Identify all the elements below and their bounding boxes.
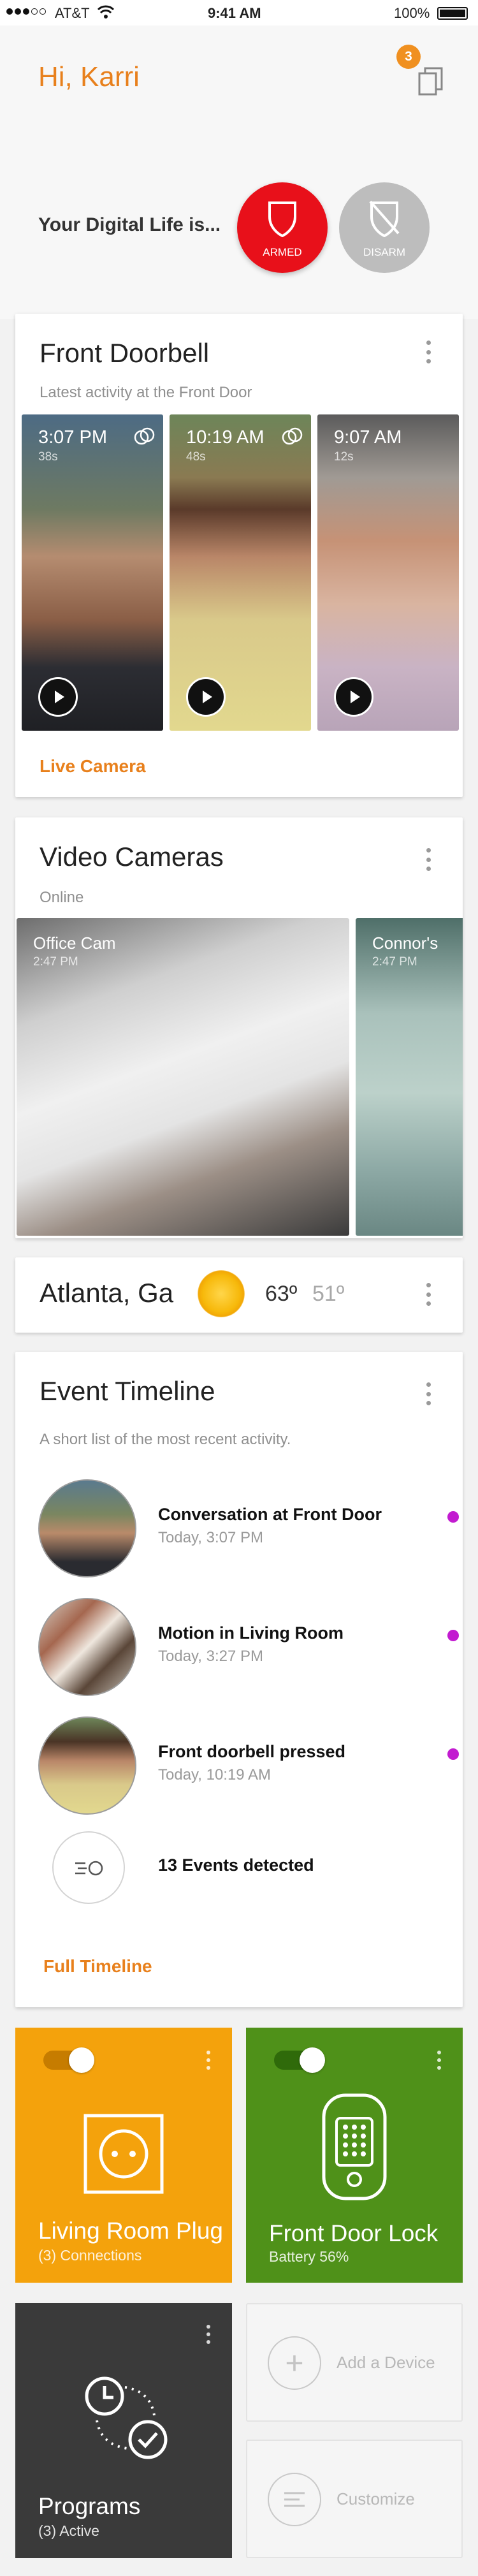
tile-subtitle: Battery 56% [269,2248,349,2265]
unread-indicator [447,1748,459,1760]
disarm-button[interactable]: DISARM [339,182,430,273]
living-room-plug-tile[interactable]: Living Room Plug (3) Connections [15,2028,232,2283]
unread-indicator [447,1630,459,1641]
schedule-icon [85,2376,168,2459]
more-options-icon[interactable] [436,2051,442,2070]
play-button[interactable] [186,677,226,717]
weather-card: Atlanta, Ga 63º 51º [15,1257,463,1333]
notification-badge: 3 [396,45,421,69]
clip-time: 3:07 PM [38,427,107,448]
clip-duration: 48s [186,450,206,464]
greeting: Hi, Karri [38,61,140,92]
temperature-high: 63º [265,1282,298,1306]
customize-icon [268,2473,321,2526]
unread-indicator [447,1511,459,1523]
live-camera-link[interactable]: Live Camera [40,756,146,777]
disarm-label: DISARM [363,246,406,258]
battery-icon [437,7,468,20]
play-button[interactable] [38,677,78,717]
clock: 9:41 AM [208,5,261,21]
card-title: Event Timeline [40,1376,215,1406]
lock-toggle[interactable] [274,2047,325,2073]
camera-name: Office Cam [33,933,116,953]
event-time: Today, 3:27 PM [158,1648,263,1665]
devices-icon [418,67,443,96]
battery-label: 100% [394,5,430,21]
carrier-label: AT&T [55,5,90,21]
chat-bubble-icon [134,427,155,445]
event-title: Conversation at Front Door [158,1505,382,1524]
programs-tile[interactable]: Programs (3) Active [15,2303,232,2558]
more-options-icon[interactable] [425,1382,431,1405]
doorbell-clip[interactable]: 3:07 PM 38s [22,414,163,731]
event-avatar [38,1716,136,1815]
camera-feed[interactable]: Office Cam 2:47 PM [17,918,349,1236]
card-subtitle: Latest activity at the Front Door [40,384,252,401]
more-options-icon[interactable] [425,1283,431,1306]
video-cameras-card: Video Cameras Online Office Cam 2:47 PM … [15,817,463,1238]
event-avatar [38,1479,136,1577]
timeline-event[interactable]: Motion in Living Room Today, 3:27 PM [38,1598,459,1700]
doorbell-clip[interactable]: 9:07 AM 12s [317,414,459,731]
security-status-label: Your Digital Life is... [38,214,221,235]
sun-icon [198,1270,245,1317]
camera-feed[interactable]: Connor's 2:47 PM [356,918,463,1236]
clip-duration: 38s [38,450,58,464]
event-time: Today, 10:19 AM [158,1766,271,1783]
weather-city: Atlanta, Ga [40,1278,174,1308]
armed-label: ARMED [263,246,302,258]
add-device-label: Add a Device [337,2353,435,2372]
camera-time: 2:47 PM [372,955,417,969]
shield-icon [268,201,296,237]
timeline-event[interactable]: Conversation at Front Door Today, 3:07 P… [38,1479,459,1581]
more-options-icon[interactable] [425,340,431,363]
doorbell-clip[interactable]: 10:19 AM 48s [170,414,311,731]
front-doorbell-card: Front Doorbell Latest activity at the Fr… [15,314,463,797]
tile-subtitle: (3) Active [38,2522,99,2539]
outlet-icon [83,2114,164,2194]
signal-icon [6,8,46,15]
event-time: Today, 3:07 PM [158,1529,263,1546]
clip-time: 9:07 AM [334,427,402,448]
customize-label: Customize [337,2489,415,2508]
notifications-button[interactable]: 3 [396,45,446,97]
timeline-event[interactable]: Front doorbell pressed Today, 10:19 AM [38,1716,459,1819]
tile-title: Front Door Lock [269,2220,438,2246]
camera-name: Connor's [372,933,438,953]
temperature-low: 51º [312,1282,345,1306]
card-subtitle: A short list of the most recent activity… [40,1431,291,1448]
event-timeline-card: Event Timeline A short list of the most … [15,1352,463,2007]
plus-icon: + [268,2336,321,2390]
tile-title: Living Room Plug [38,2218,223,2244]
motion-icon [52,1831,125,1904]
clip-time: 10:19 AM [186,427,264,448]
clip-duration: 12s [334,450,354,464]
shield-off-icon [369,200,400,237]
more-options-icon[interactable] [205,2325,212,2344]
chat-bubble-icon [282,427,303,445]
tile-subtitle: (3) Connections [38,2247,142,2264]
card-subtitle: Online [40,889,84,906]
status-bar: AT&T 9:41 AM 100% [0,0,478,26]
event-title: Front doorbell pressed [158,1742,346,1761]
add-device-button[interactable]: + Add a Device [246,2303,463,2422]
customize-button[interactable]: Customize [246,2440,463,2558]
tile-title: Programs [38,2493,141,2519]
keypad-lock-icon [322,2093,387,2200]
armed-button[interactable]: ARMED [237,182,328,273]
card-title: Front Doorbell [40,338,210,368]
events-count: 13 Events detected [158,1855,314,1875]
wifi-icon [98,5,114,18]
more-options-icon[interactable] [205,2051,212,2070]
card-title: Video Cameras [40,842,224,872]
event-avatar [38,1598,136,1696]
events-summary[interactable]: 13 Events detected [38,1831,459,1908]
plug-toggle[interactable] [43,2047,94,2073]
more-options-icon[interactable] [425,848,431,871]
front-door-lock-tile[interactable]: Front Door Lock Battery 56% [246,2028,463,2283]
full-timeline-link[interactable]: Full Timeline [43,1956,152,1977]
event-title: Motion in Living Room [158,1623,344,1643]
camera-time: 2:47 PM [33,955,78,969]
play-button[interactable] [334,677,373,717]
